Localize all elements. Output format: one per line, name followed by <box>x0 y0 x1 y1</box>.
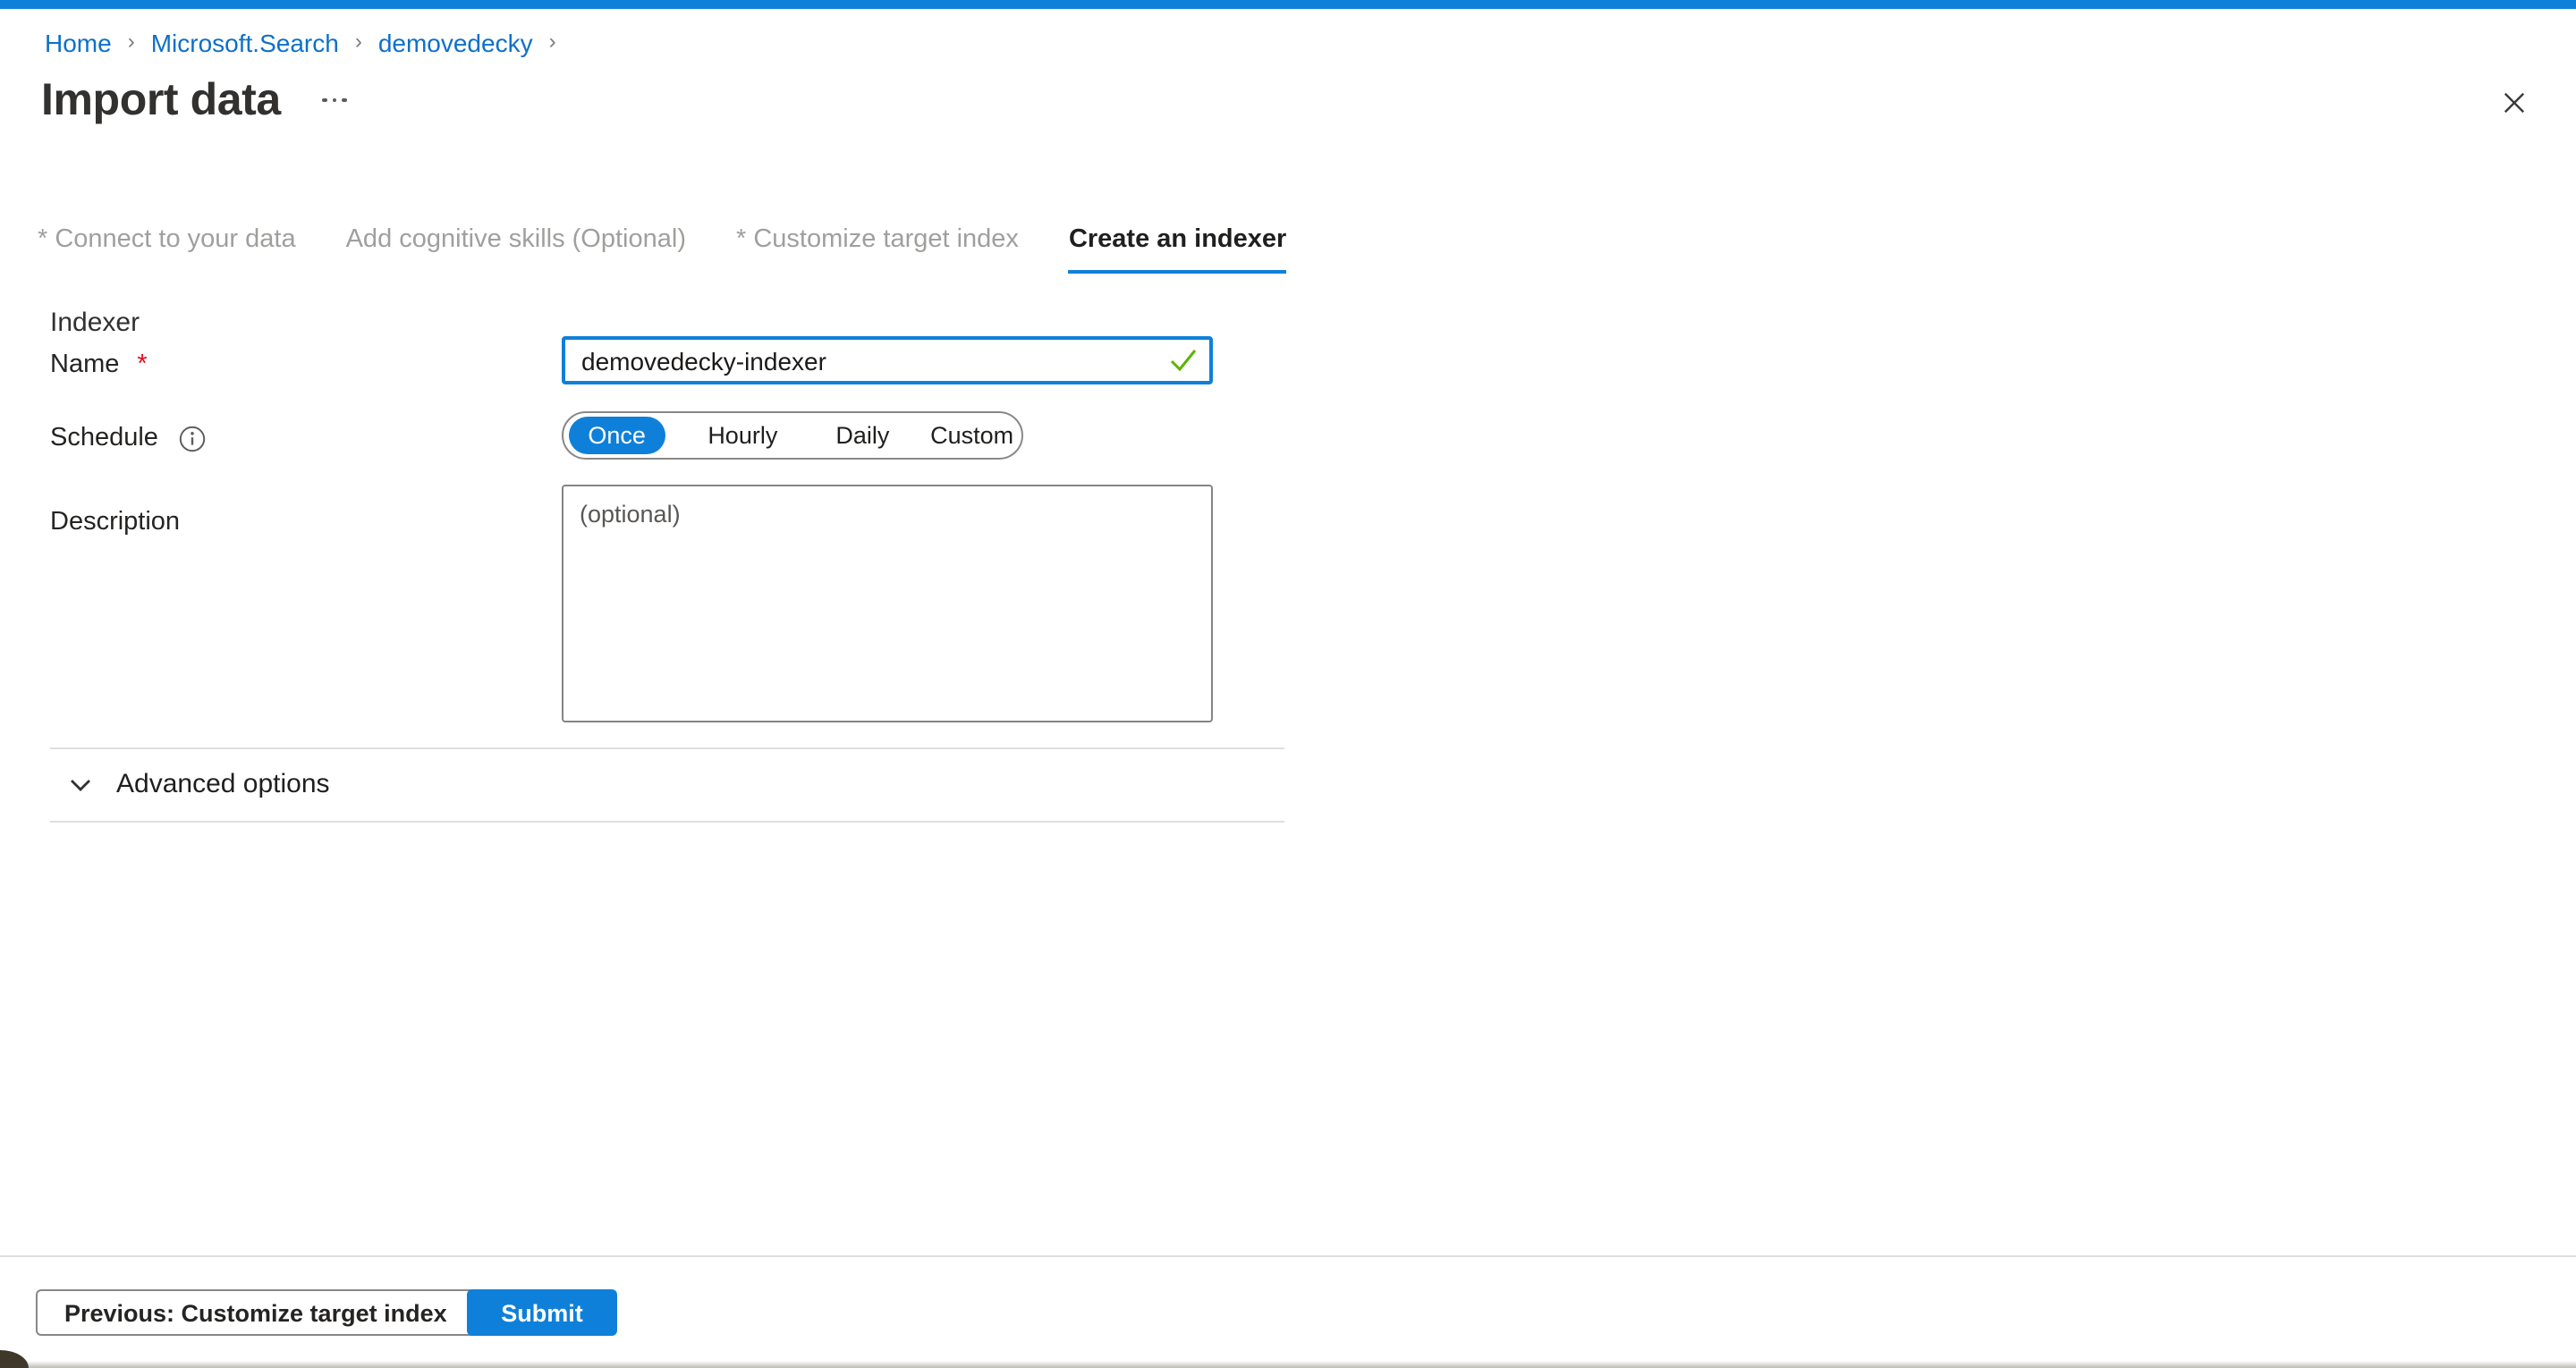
previous-step-button[interactable]: Previous: Customize target index <box>36 1289 476 1336</box>
description-textarea[interactable] <box>562 485 1213 722</box>
tab-create-an-indexer[interactable]: Create an indexer <box>1069 225 1286 274</box>
schedule-segmented-control: Once Hourly Daily Custom <box>562 411 1023 460</box>
tab-connect-to-your-data[interactable]: * Connect to your data <box>38 225 296 274</box>
advanced-options-toggle[interactable]: Advanced options <box>68 769 330 799</box>
wizard-tabs: * Connect to your data Add cognitive ski… <box>38 225 1286 274</box>
breadcrumb-separator-icon: › <box>355 27 362 57</box>
more-options-icon[interactable] <box>315 84 354 116</box>
chevron-down-icon <box>68 772 93 797</box>
breadcrumb-home[interactable]: Home <box>45 29 112 59</box>
breadcrumb-demovedecky[interactable]: demovedecky <box>378 29 533 59</box>
info-icon[interactable] <box>180 425 207 452</box>
bottom-left-corner-artifact <box>0 1350 29 1368</box>
breadcrumb-separator-icon: › <box>549 27 556 57</box>
validation-check-icon <box>1170 349 1197 381</box>
divider <box>50 821 1284 823</box>
top-accent-bar <box>0 0 2576 9</box>
schedule-option-once[interactable]: Once <box>569 417 665 454</box>
divider <box>50 747 1284 749</box>
submit-button[interactable]: Submit <box>467 1289 617 1336</box>
schedule-option-custom[interactable]: Custom <box>922 422 1021 449</box>
name-input[interactable] <box>562 336 1213 384</box>
name-field <box>562 336 1213 384</box>
breadcrumb: Home › Microsoft.Search › demovedecky › <box>45 29 556 59</box>
schedule-option-hourly[interactable]: Hourly <box>691 422 793 449</box>
import-data-page: Home › Microsoft.Search › demovedecky › … <box>0 0 2576 1368</box>
advanced-options-label: Advanced options <box>116 769 330 799</box>
page-title: Import data <box>41 75 281 127</box>
indexer-section-title: Indexer <box>50 308 140 338</box>
required-asterisk: * <box>137 350 147 379</box>
close-icon[interactable] <box>2496 84 2531 120</box>
footer-divider <box>0 1255 2576 1257</box>
bottom-edge-shadow <box>0 1361 2576 1368</box>
breadcrumb-microsoft-search[interactable]: Microsoft.Search <box>151 29 339 59</box>
schedule-field-label: Schedule <box>50 424 207 452</box>
name-field-label: Name* <box>50 350 148 379</box>
description-field-label: Description <box>50 508 180 536</box>
breadcrumb-separator-icon: › <box>128 27 135 57</box>
schedule-option-daily[interactable]: Daily <box>825 422 902 449</box>
tab-customize-target-index[interactable]: * Customize target index <box>736 225 1019 274</box>
tab-add-cognitive-skills[interactable]: Add cognitive skills (Optional) <box>346 225 686 274</box>
